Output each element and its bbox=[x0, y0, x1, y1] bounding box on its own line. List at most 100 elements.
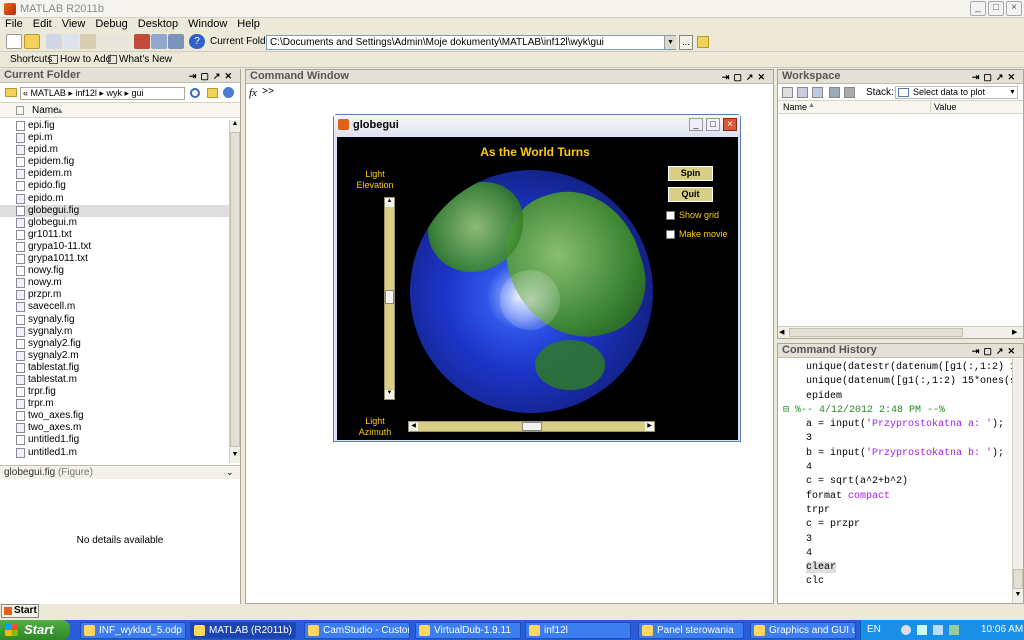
scroll-thumb[interactable] bbox=[789, 328, 963, 337]
up-folder-icon[interactable] bbox=[697, 36, 709, 48]
file-row[interactable]: epidem.m bbox=[0, 168, 240, 180]
volume-icon[interactable] bbox=[933, 625, 943, 635]
history-entry[interactable]: c = przpr bbox=[778, 518, 1023, 532]
file-row[interactable]: grypa10-11.txt bbox=[0, 241, 240, 253]
simulink-icon[interactable] bbox=[134, 34, 150, 49]
file-row[interactable]: two_axes.fig bbox=[0, 410, 240, 422]
file-row[interactable]: epido.fig bbox=[0, 180, 240, 192]
file-row[interactable]: two_axes.m bbox=[0, 422, 240, 434]
guide-icon[interactable] bbox=[151, 34, 167, 49]
close-button[interactable]: × bbox=[1006, 1, 1022, 16]
language-indicator[interactable]: EN bbox=[867, 624, 881, 635]
menu-desktop[interactable]: Desktop bbox=[138, 18, 178, 30]
make-movie-checkbox[interactable] bbox=[666, 230, 675, 239]
taskbar-task[interactable]: Panel sterowania bbox=[638, 622, 744, 639]
taskbar-task[interactable]: CamStudio - Custom ... bbox=[304, 622, 410, 639]
gear-icon[interactable] bbox=[223, 87, 234, 98]
scroll-left-icon[interactable]: ◀ bbox=[779, 328, 784, 336]
browse-folder-button[interactable]: ... bbox=[679, 35, 693, 50]
workspace-hscrollbar[interactable]: ◀ ▶ bbox=[778, 326, 1023, 338]
history-entry[interactable]: 4 bbox=[778, 461, 1023, 475]
print-icon[interactable] bbox=[844, 87, 855, 98]
menu-window[interactable]: Window bbox=[188, 18, 227, 30]
slider-down-icon[interactable]: ▼ bbox=[385, 390, 394, 399]
menu-edit[interactable]: Edit bbox=[33, 18, 52, 30]
details-header[interactable]: globegui.fig (Figure) ⌄ bbox=[0, 465, 240, 479]
file-row[interactable]: gr1011.txt bbox=[0, 229, 240, 241]
history-entry[interactable]: clear bbox=[778, 561, 1023, 575]
scroll-thumb[interactable] bbox=[230, 132, 240, 447]
file-list-header[interactable]: Name ▲ bbox=[0, 103, 240, 118]
safely-remove-icon[interactable] bbox=[949, 625, 959, 635]
breadcrumb-path[interactable]: « MATLAB ▸ inf12l ▸ wyk ▸ gui bbox=[20, 87, 185, 100]
history-entry[interactable]: 4 bbox=[778, 547, 1023, 561]
history-entry[interactable]: clc bbox=[778, 575, 1023, 589]
file-row[interactable]: sygnaly2.fig bbox=[0, 338, 240, 350]
file-row[interactable]: epi.fig bbox=[0, 120, 240, 132]
slider-up-icon[interactable]: ▲ bbox=[385, 198, 394, 207]
help-icon[interactable]: ? bbox=[189, 34, 205, 49]
file-row[interactable]: nowy.fig bbox=[0, 265, 240, 277]
file-row[interactable]: epidem.fig bbox=[0, 156, 240, 168]
copy-icon[interactable] bbox=[63, 34, 79, 49]
file-row[interactable]: sygnaly.m bbox=[0, 326, 240, 338]
redo-icon[interactable] bbox=[114, 34, 130, 49]
maximize-button[interactable]: □ bbox=[988, 1, 1004, 16]
slider-thumb[interactable] bbox=[522, 422, 542, 431]
history-entry[interactable]: a = input('Przyprostokatna a: '); bbox=[778, 418, 1023, 432]
fx-icon[interactable]: fx bbox=[249, 87, 257, 99]
whats-new-link[interactable]: What's New bbox=[119, 54, 172, 65]
open-folder-icon[interactable] bbox=[24, 34, 40, 49]
taskbar-task[interactable]: MATLAB (R2011b) bbox=[190, 622, 296, 639]
file-row[interactable]: trpr.m bbox=[0, 398, 240, 410]
file-row[interactable]: nowy.m bbox=[0, 277, 240, 289]
scroll-down-icon[interactable]: ▼ bbox=[230, 451, 240, 462]
history-entry[interactable]: b = input('Przyprostokatna b: '); bbox=[778, 447, 1023, 461]
history-entry[interactable]: epidem bbox=[778, 390, 1023, 404]
file-row[interactable]: savecell.m bbox=[0, 301, 240, 313]
network-icon[interactable] bbox=[917, 625, 927, 635]
file-row[interactable]: untitled1.fig bbox=[0, 434, 240, 446]
history-entry[interactable]: c = sqrt(a^2+b^2) bbox=[778, 475, 1023, 489]
show-grid-checkbox[interactable] bbox=[666, 211, 675, 220]
light-azimuth-slider[interactable]: ◀ ▶ bbox=[408, 421, 655, 432]
file-row[interactable]: tablestat.m bbox=[0, 374, 240, 386]
figure-close-button[interactable]: × bbox=[723, 118, 737, 131]
history-entry[interactable]: 3 bbox=[778, 432, 1023, 446]
new-file-icon[interactable] bbox=[6, 34, 22, 49]
file-row[interactable]: przpr.m bbox=[0, 289, 240, 301]
history-entry[interactable]: 3 bbox=[778, 533, 1023, 547]
light-elevation-slider[interactable]: ▲ ▼ bbox=[384, 197, 395, 400]
new-variable-icon[interactable] bbox=[782, 87, 793, 98]
scroll-down-icon[interactable]: ▼ bbox=[1013, 591, 1023, 601]
file-row[interactable]: epido.m bbox=[0, 193, 240, 205]
file-row[interactable]: sygnaly.fig bbox=[0, 314, 240, 326]
search-icon[interactable] bbox=[190, 88, 200, 98]
open-variable-icon[interactable] bbox=[797, 87, 808, 98]
scroll-up-icon[interactable]: ▲ bbox=[230, 120, 240, 131]
file-row[interactable]: trpr.fig bbox=[0, 386, 240, 398]
slider-left-icon[interactable]: ◀ bbox=[409, 422, 418, 431]
matlab-start-button[interactable]: Start bbox=[1, 604, 39, 618]
column-value[interactable]: Value bbox=[930, 102, 956, 112]
history-entry[interactable]: unique(datenum([g1(:,1:2) 15*ones(si bbox=[778, 375, 1023, 389]
file-row[interactable]: grypa1011.txt bbox=[0, 253, 240, 265]
history-entry[interactable]: trpr bbox=[778, 504, 1023, 518]
file-row[interactable]: globegui.fig bbox=[0, 204, 240, 217]
command-prompt[interactable]: >> bbox=[262, 87, 274, 98]
menu-help[interactable]: Help bbox=[237, 18, 260, 30]
how-to-add-link[interactable]: How to Add bbox=[60, 54, 111, 65]
figure-maximize-button[interactable]: □ bbox=[706, 118, 720, 131]
history-session-marker[interactable]: ⊟ %-- 4/12/2012 2:48 PM --% bbox=[778, 404, 1023, 418]
file-row[interactable]: epi.m bbox=[0, 132, 240, 144]
file-row[interactable]: epid.m bbox=[0, 144, 240, 156]
plot-select[interactable]: Select data to plot ▼ bbox=[895, 86, 1018, 99]
windows-start-button[interactable]: Start bbox=[0, 620, 70, 640]
import-icon[interactable] bbox=[812, 87, 823, 98]
panel-controls[interactable]: ⇥▢↗✕ bbox=[972, 345, 1019, 358]
quit-button[interactable]: Quit bbox=[668, 187, 713, 202]
folder-dropdown-button[interactable]: ▼ bbox=[664, 36, 676, 49]
paste-icon[interactable] bbox=[80, 34, 96, 49]
taskbar-task[interactable]: INF_wyklad_5.odp - ... bbox=[80, 622, 186, 639]
save-icon[interactable] bbox=[829, 87, 840, 98]
